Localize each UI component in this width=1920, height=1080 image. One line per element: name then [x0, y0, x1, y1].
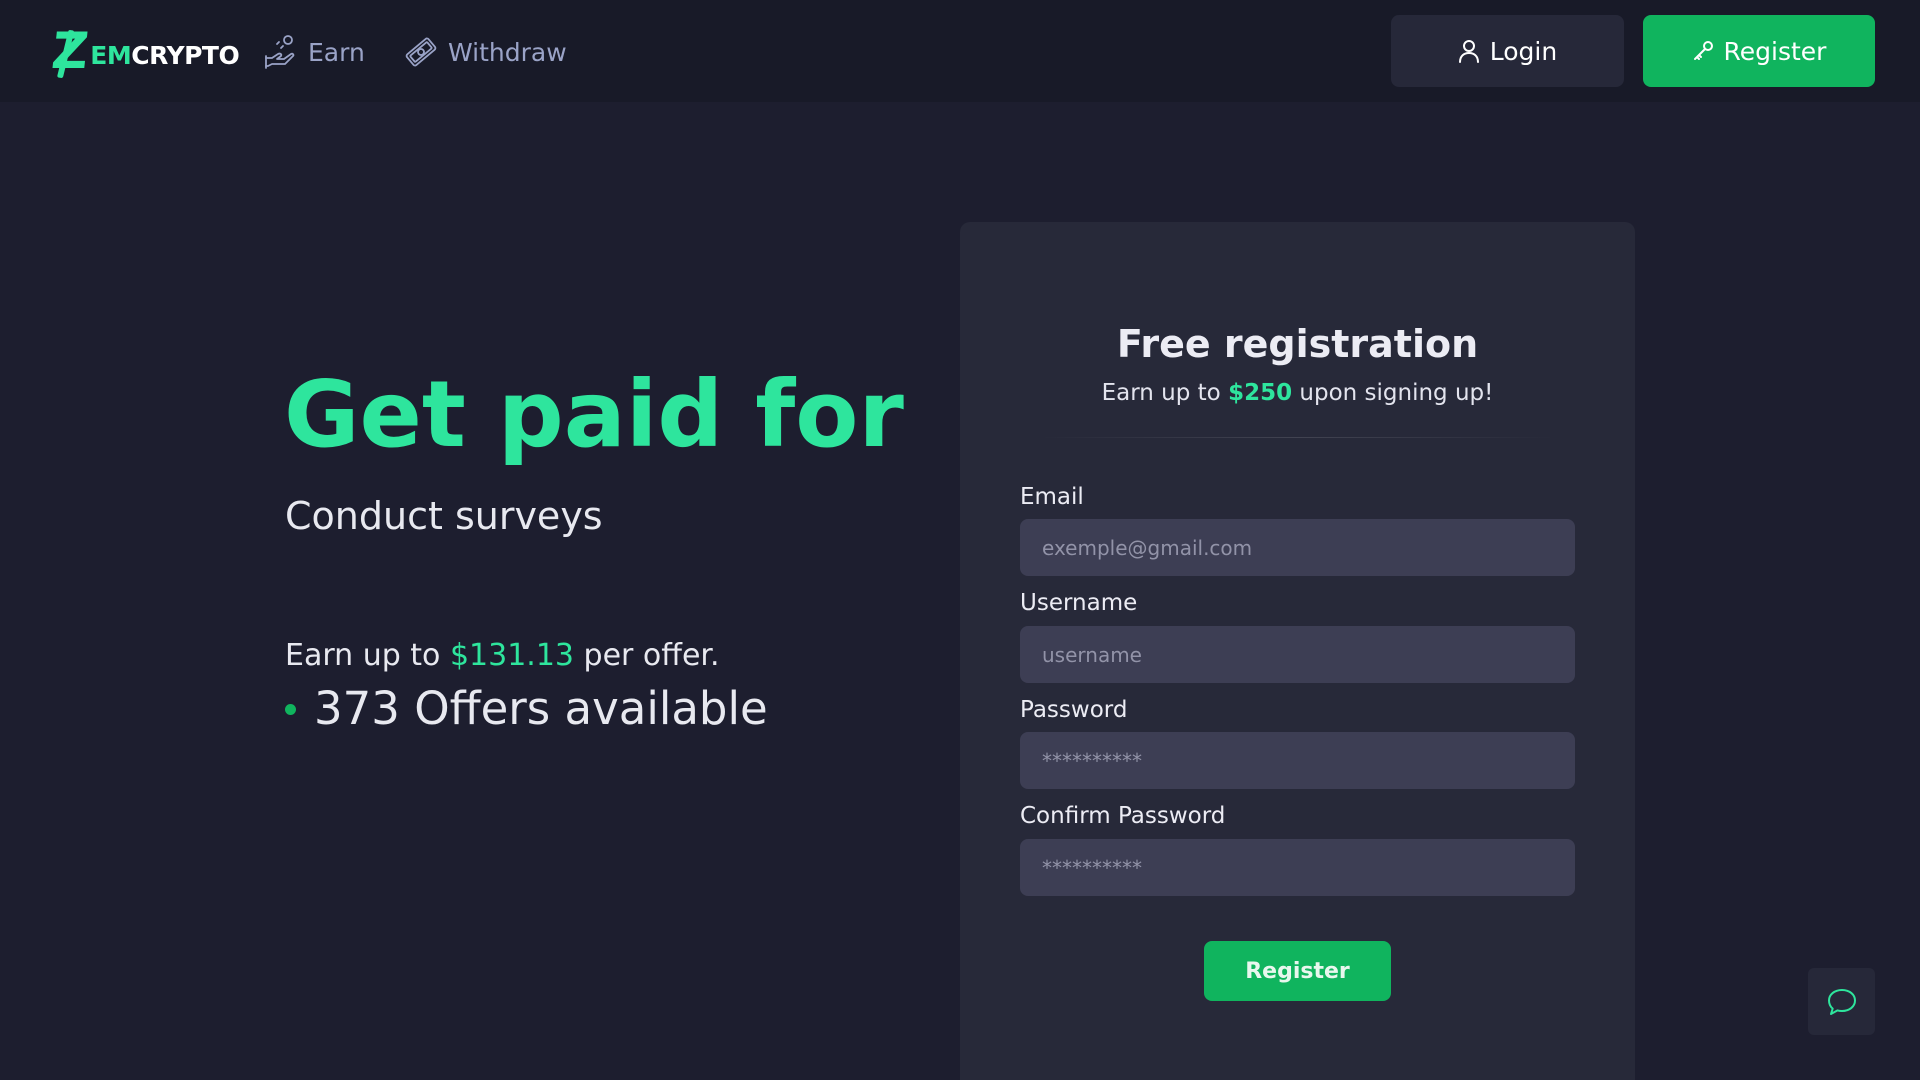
- earn-suffix: per offer.: [574, 638, 720, 673]
- nav-withdraw-label: Withdraw: [448, 37, 567, 67]
- money-bill-icon: [405, 37, 437, 67]
- hero-title: Get paid for: [284, 361, 904, 468]
- login-button-label: Login: [1489, 36, 1558, 66]
- confirm-password-label: Confirm Password: [1020, 803, 1226, 829]
- password-label: Password: [1020, 697, 1128, 723]
- earn-per-offer-text: Earn up to $131.13 per offer.: [285, 638, 720, 673]
- registration-sub-suffix: upon signing up!: [1292, 380, 1494, 406]
- earn-amount: $131.13: [449, 638, 575, 673]
- login-button[interactable]: Login: [1391, 15, 1624, 87]
- hero-subtitle: Conduct surveys: [285, 494, 603, 538]
- nav-earn-label: Earn: [308, 37, 365, 67]
- confirm-password-field[interactable]: [1020, 839, 1575, 896]
- card-divider: [1040, 437, 1555, 438]
- registration-title: Free registration: [1116, 322, 1479, 366]
- submit-register-button[interactable]: Register: [1204, 941, 1391, 1001]
- earn-prefix: Earn up to: [285, 638, 450, 673]
- nav-withdraw-link[interactable]: Withdraw: [404, 30, 567, 74]
- email-label: Email: [1020, 484, 1084, 510]
- status-dot-icon: [285, 704, 296, 715]
- logo-em-text: EM: [90, 40, 132, 70]
- register-button[interactable]: Register: [1643, 15, 1875, 87]
- logo-crypto-text: CRYPTO: [131, 40, 240, 70]
- register-button-label: Register: [1723, 36, 1827, 66]
- username-field[interactable]: [1020, 626, 1575, 683]
- user-icon: [1458, 40, 1479, 63]
- username-label: Username: [1020, 590, 1138, 616]
- top-navbar: Z EM CRYPTO Earn Withdraw Login Register: [0, 0, 1920, 102]
- password-field[interactable]: [1020, 732, 1575, 789]
- registration-bonus-amount: $250: [1228, 380, 1293, 406]
- registration-subtitle: Earn up to $250 upon signing up!: [960, 380, 1635, 406]
- registration-card: Free registration Earn up to $250 upon s…: [960, 222, 1635, 1080]
- chat-button[interactable]: [1808, 968, 1875, 1035]
- nav-earn-link[interactable]: Earn: [264, 30, 365, 74]
- offers-available-text: 373 Offers available: [314, 682, 768, 735]
- hand-coin-icon: [265, 35, 295, 69]
- chat-bubble-icon: [1827, 988, 1856, 1015]
- logo-z-mark: Z: [48, 22, 92, 80]
- key-icon: [1693, 41, 1713, 60]
- email-field[interactable]: [1020, 519, 1575, 576]
- offers-available: 373 Offers available: [285, 682, 768, 735]
- registration-sub-prefix: Earn up to: [1101, 380, 1229, 406]
- zemcrypto-logo[interactable]: Z EM CRYPTO: [48, 22, 240, 80]
